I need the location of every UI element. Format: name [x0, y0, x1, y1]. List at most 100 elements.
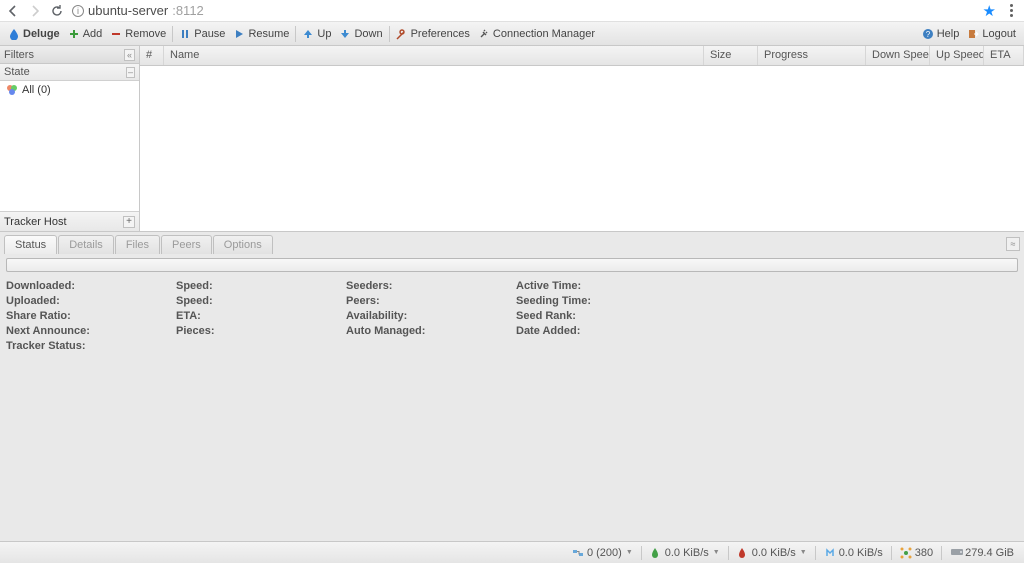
collapse-sidebar-icon[interactable]: «: [124, 49, 135, 61]
state-header[interactable]: State –: [0, 64, 139, 81]
deluge-icon: [8, 28, 20, 40]
tracker-host-header[interactable]: Tracker Host +: [0, 211, 139, 231]
arrow-down-icon: [339, 28, 351, 40]
details-tabs: Status Details Files Peers Options ≈: [0, 232, 1024, 254]
arrow-up-icon: [302, 28, 314, 40]
label-eta: ETA:: [176, 310, 201, 322]
chevron-down-icon: ▼: [626, 549, 633, 556]
status-bar: 0 (200)▼ 0.0 KiB/s▼ 0.0 KiB/s▼ 0.0 KiB/s…: [0, 541, 1024, 563]
help-button[interactable]: ? Help: [918, 28, 964, 40]
state-list: All (0): [0, 81, 139, 211]
forward-button[interactable]: [28, 4, 42, 18]
preferences-button[interactable]: Preferences: [392, 28, 474, 40]
label-speed-ul: Speed:: [176, 295, 213, 307]
tab-files[interactable]: Files: [115, 235, 160, 254]
minus-icon: [110, 28, 122, 40]
tab-peers[interactable]: Peers: [161, 235, 212, 254]
details-panel: Status Details Files Peers Options ≈ Dow…: [0, 231, 1024, 541]
label-active-time: Active Time:: [516, 280, 581, 292]
toolbar-separator: [172, 26, 173, 42]
torrent-progress-bar: [6, 258, 1018, 272]
upload-drop-icon: [737, 547, 749, 559]
bookmark-star-icon[interactable]: ★: [983, 2, 996, 20]
label-pieces: Pieces:: [176, 325, 215, 337]
status-connections[interactable]: 0 (200)▼: [568, 547, 637, 559]
logout-icon: [967, 28, 979, 40]
address-bar[interactable]: i ubuntu-server :8112: [72, 3, 975, 18]
browser-chrome: i ubuntu-server :8112 ★: [0, 0, 1024, 22]
main-area: Filters « State – All (0) Tracker Host +…: [0, 46, 1024, 231]
col-down-speed[interactable]: Down Speed: [866, 46, 930, 65]
status-stats: Downloaded: Uploaded: Share Ratio: Next …: [0, 276, 1024, 357]
label-date-added: Date Added:: [516, 325, 580, 337]
app-name: Deluge: [23, 28, 60, 40]
status-free-space[interactable]: 279.4 GiB: [946, 547, 1018, 559]
browser-menu-button[interactable]: [1004, 4, 1018, 17]
label-next-announce: Next Announce:: [6, 325, 90, 337]
label-seeders: Seeders:: [346, 280, 392, 292]
disk-icon: [950, 547, 962, 559]
col-eta[interactable]: ETA: [984, 46, 1024, 65]
col-progress[interactable]: Progress: [758, 46, 866, 65]
remove-button[interactable]: Remove: [106, 28, 170, 40]
help-icon: ?: [922, 28, 934, 40]
chevron-down-icon: ▼: [713, 549, 720, 556]
tab-options[interactable]: Options: [213, 235, 273, 254]
svg-text:?: ?: [925, 30, 930, 39]
sidebar: Filters « State – All (0) Tracker Host +: [0, 46, 140, 231]
traffic-icon: [824, 547, 836, 559]
status-upload-speed[interactable]: 0.0 KiB/s▼: [733, 547, 811, 559]
app-toolbar: Deluge Add Remove Pause Resume Up Down P…: [0, 22, 1024, 46]
col-name[interactable]: Name: [164, 46, 704, 65]
filters-header[interactable]: Filters «: [0, 46, 139, 64]
toolbar-separator: [389, 26, 390, 42]
status-dht-nodes[interactable]: 380: [896, 547, 937, 559]
col-number[interactable]: #: [140, 46, 164, 65]
plus-icon: [68, 28, 80, 40]
label-downloaded: Downloaded:: [6, 280, 75, 292]
site-info-icon[interactable]: i: [72, 5, 84, 17]
grid-body[interactable]: [140, 66, 1024, 231]
torrent-grid: # Name Size Progress Down Speed Up Speed…: [140, 46, 1024, 231]
down-button[interactable]: Down: [335, 28, 386, 40]
label-seeding-time: Seeding Time:: [516, 295, 591, 307]
dht-icon: [900, 547, 912, 559]
up-button[interactable]: Up: [298, 28, 335, 40]
label-speed-dl: Speed:: [176, 280, 213, 292]
logout-button[interactable]: Logout: [963, 28, 1020, 40]
label-tracker-status: Tracker Status:: [6, 340, 85, 352]
resume-button[interactable]: Resume: [229, 28, 293, 40]
play-icon: [233, 28, 245, 40]
add-button[interactable]: Add: [64, 28, 107, 40]
back-button[interactable]: [6, 4, 20, 18]
tab-status[interactable]: Status: [4, 235, 57, 254]
pause-button[interactable]: Pause: [175, 28, 229, 40]
app-logo[interactable]: Deluge: [4, 28, 64, 40]
toolbar-separator: [295, 26, 296, 42]
wrench-icon: [396, 28, 408, 40]
grid-header: # Name Size Progress Down Speed Up Speed…: [140, 46, 1024, 66]
connection-manager-button[interactable]: Connection Manager: [474, 28, 599, 40]
connections-icon: [572, 547, 584, 559]
url-host: ubuntu-server: [88, 3, 168, 18]
pause-icon: [179, 28, 191, 40]
label-share-ratio: Share Ratio:: [6, 310, 71, 322]
panel-collapse-icon[interactable]: ≈: [1006, 237, 1020, 251]
status-protocol-traffic[interactable]: 0.0 KiB/s: [820, 547, 887, 559]
col-up-speed[interactable]: Up Speed: [930, 46, 984, 65]
plug-icon: [478, 28, 490, 40]
url-port: :8112: [172, 3, 204, 18]
col-size[interactable]: Size: [704, 46, 758, 65]
collapse-state-icon[interactable]: –: [126, 67, 135, 78]
label-availability: Availability:: [346, 310, 407, 322]
label-uploaded: Uploaded:: [6, 295, 60, 307]
label-auto-managed: Auto Managed:: [346, 325, 425, 337]
status-download-speed[interactable]: 0.0 KiB/s▼: [646, 547, 724, 559]
download-drop-icon: [650, 547, 662, 559]
tab-details[interactable]: Details: [58, 235, 114, 254]
reload-button[interactable]: [50, 4, 64, 18]
expand-tracker-icon[interactable]: +: [123, 216, 135, 228]
all-icon: [6, 84, 18, 96]
sidebar-item-all[interactable]: All (0): [0, 81, 139, 99]
label-seed-rank: Seed Rank:: [516, 310, 576, 322]
